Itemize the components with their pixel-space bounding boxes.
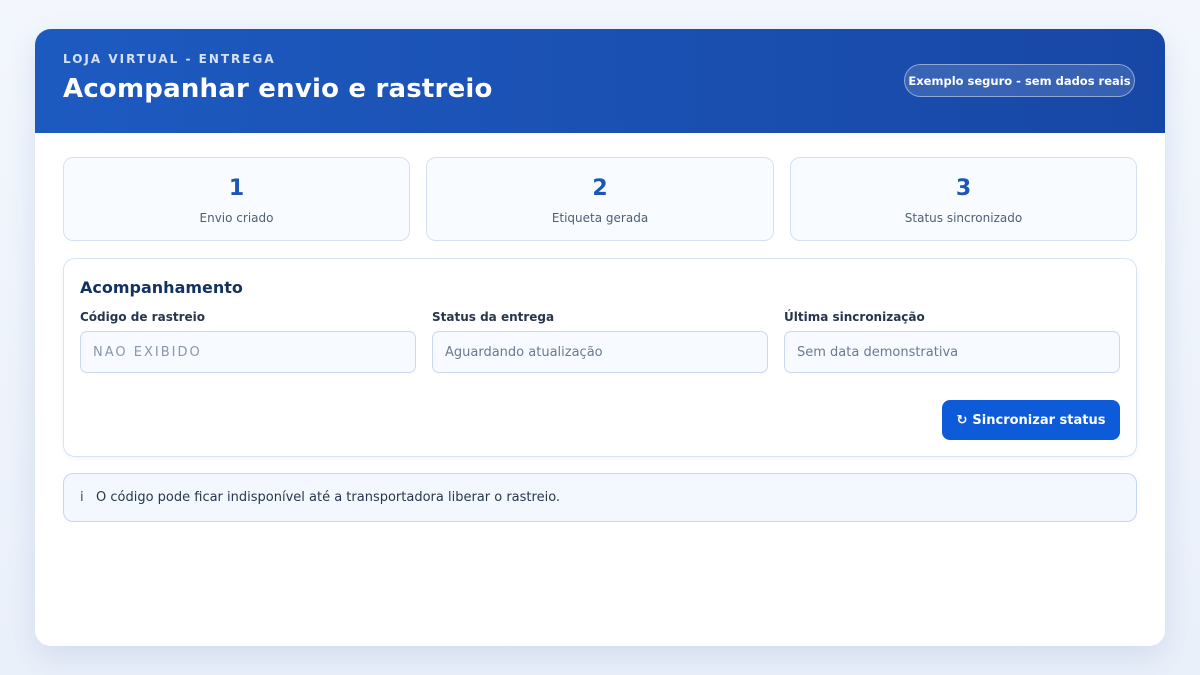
tracking-code-input[interactable]: [80, 331, 416, 373]
sync-button-label: Sincronizar status: [972, 412, 1106, 428]
step-card-1: 1 Envio criado: [63, 157, 410, 241]
step-label: Etiqueta gerada: [551, 211, 649, 225]
demo-badge: Exemplo seguro - sem dados reais: [904, 64, 1135, 97]
info-notice: i O código pode ficar indisponível até a…: [63, 473, 1137, 522]
tracking-panel: Acompanhamento Código de rastreio Status…: [63, 258, 1137, 457]
page-header: LOJA VIRTUAL - ENTREGA Acompanhar envio …: [35, 29, 1165, 133]
sync-status-button[interactable]: ↻ Sincronizar status: [942, 400, 1120, 440]
step-number: 1: [228, 176, 245, 201]
main-card: LOJA VIRTUAL - ENTREGA Acompanhar envio …: [35, 29, 1165, 646]
step-card-2: 2 Etiqueta gerada: [426, 157, 774, 241]
page-title: Acompanhar envio e rastreio: [63, 74, 493, 104]
step-number: 2: [592, 176, 608, 201]
panel-title: Acompanhamento: [80, 278, 243, 297]
last-sync-label: Última sincronização: [784, 310, 925, 324]
refresh-icon: ↻: [956, 412, 968, 428]
step-label: Status sincronizado: [904, 211, 1023, 225]
step-number: 3: [955, 176, 972, 201]
tracking-code-label: Código de rastreio: [80, 310, 205, 324]
page-background: LOJA VIRTUAL - ENTREGA Acompanhar envio …: [0, 0, 1200, 675]
step-label: Envio criado: [199, 211, 274, 225]
info-icon: i: [80, 490, 84, 505]
last-sync-input[interactable]: [784, 331, 1120, 373]
delivery-status-input[interactable]: [432, 331, 768, 373]
step-card-3: 3 Status sincronizado: [790, 157, 1137, 241]
delivery-status-label: Status da entrega: [432, 310, 555, 324]
notice-text: O código pode ficar indisponível até a t…: [96, 490, 561, 505]
section-eyebrow: LOJA VIRTUAL - ENTREGA: [63, 52, 276, 66]
